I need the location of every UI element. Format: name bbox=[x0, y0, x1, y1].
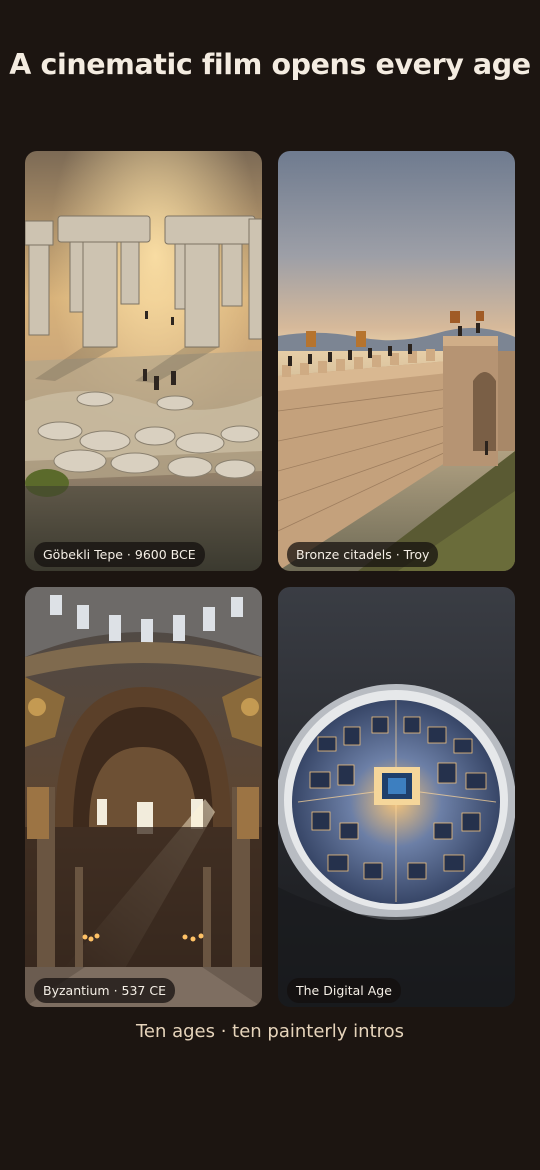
byzantium-image bbox=[25, 587, 262, 1007]
footer-caption: Ten ages · ten painterly intros bbox=[135, 1021, 405, 1042]
digital-age-image bbox=[278, 587, 515, 1007]
gobekli-tepe-image bbox=[25, 151, 262, 571]
card-label: Byzantium · 537 CE bbox=[34, 978, 175, 1003]
troy-image bbox=[278, 151, 515, 571]
page-title: A cinematic film opens every age bbox=[9, 48, 531, 81]
age-card-troy[interactable]: Bronze citadels · Troy bbox=[278, 151, 515, 571]
age-card-gobekli-tepe[interactable]: Göbekli Tepe · 9600 BCE bbox=[25, 151, 262, 571]
card-label: The Digital Age bbox=[287, 978, 401, 1003]
age-card-byzantium[interactable]: Byzantium · 537 CE bbox=[25, 587, 262, 1007]
card-label: Bronze citadels · Troy bbox=[287, 542, 439, 567]
age-card-digital-age[interactable]: The Digital Age bbox=[278, 587, 515, 1007]
card-label: Göbekli Tepe · 9600 BCE bbox=[34, 542, 205, 567]
